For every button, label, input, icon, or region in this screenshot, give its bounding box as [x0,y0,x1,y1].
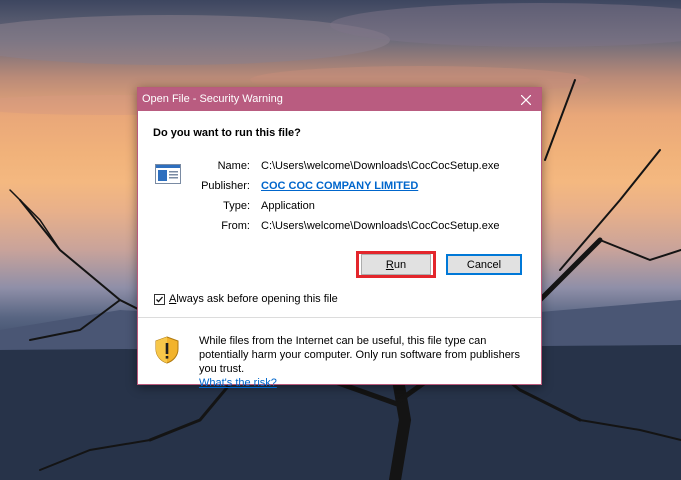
name-label: Name: [217,160,250,172]
dialog-title: Open File - Security Warning [142,93,283,105]
cancel-button[interactable]: Cancel [446,254,522,275]
dialog-question: Do you want to run this file? [153,127,301,139]
run-button-label: un [393,258,407,271]
type-value: Application [261,200,315,212]
always-ask-row: Always ask before opening this file [154,293,338,305]
run-button[interactable]: Run [361,254,431,275]
from-value: C:\Users\welcome\Downloads\CocCocSetup.e… [261,220,500,232]
shield-warning-icon [155,336,179,364]
warning-message: While files from the Internet can be use… [199,334,534,390]
whats-the-risk-link[interactable]: What's the risk? [199,377,277,389]
warning-text: While files from the Internet can be use… [199,335,520,375]
run-button-accesskey: R [385,258,394,271]
close-icon [521,94,531,105]
publisher-label: Publisher: [201,180,250,192]
close-button[interactable] [511,88,541,111]
always-ask-text: lways ask before opening this file [176,293,338,305]
separator [138,317,541,318]
security-warning-dialog: Open File - Security Warning Do you want… [137,87,542,389]
checkmark-icon [156,296,163,302]
always-ask-label[interactable]: Always ask before opening this file [169,293,338,305]
cancel-button-label: Cancel [466,258,502,271]
from-label: From: [221,220,250,232]
name-value: C:\Users\welcome\Downloads\CocCocSetup.e… [261,160,500,172]
dialog-titlebar: Open File - Security Warning [138,88,541,111]
publisher-link[interactable]: COC COC COMPANY LIMITED [261,180,418,192]
type-label: Type: [223,200,250,212]
always-ask-checkbox[interactable] [154,293,165,305]
